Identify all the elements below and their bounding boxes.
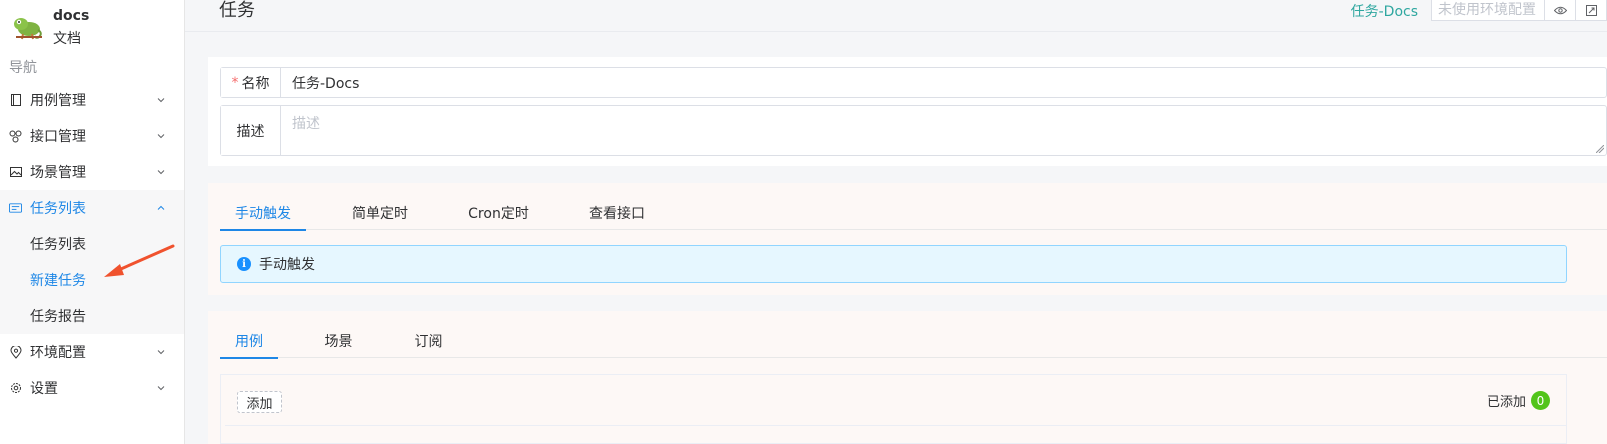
sidebar-subitem-label: 任务报告 — [30, 309, 86, 325]
environment-select[interactable]: 未使用环境配置 — [1431, 0, 1545, 21]
sidebar-item-scenes[interactable]: 场景管理 — [0, 154, 184, 190]
location-icon — [9, 345, 22, 359]
sidebar-item-apis[interactable]: 接口管理 — [0, 118, 184, 154]
image-icon — [9, 166, 22, 179]
add-button[interactable]: 添加 — [237, 391, 282, 413]
tab-subscriptions[interactable]: 订阅 — [399, 324, 458, 358]
info-icon: i — [237, 257, 251, 271]
trigger-info-text: 手动触发 — [259, 257, 315, 273]
brand-subtitle: 文档 — [53, 31, 81, 47]
chevron-down-icon — [157, 98, 165, 103]
chevron-down-icon — [157, 386, 165, 391]
name-label: * 名称 — [221, 68, 281, 97]
sidebar-item-label: 接口管理 — [30, 129, 86, 145]
trigger-card: 手动触发 简单定时 Cron定时 查看接口 i 手动触发 — [208, 183, 1607, 295]
nav-title: 导航 — [9, 60, 37, 76]
tab-view-api[interactable]: 查看接口 — [543, 196, 691, 230]
added-label: 已添加 — [1486, 395, 1526, 410]
edit-config-button[interactable] — [1576, 0, 1607, 21]
edit-icon — [1585, 4, 1597, 16]
chevron-down-icon — [157, 350, 165, 355]
resize-handle-icon[interactable] — [1596, 145, 1604, 153]
sidebar-subitem-label: 新建任务 — [30, 273, 86, 289]
eye-button[interactable] — [1545, 0, 1576, 21]
description-field: 描述 描述 — [220, 105, 1607, 156]
book-icon — [9, 94, 22, 107]
chevron-down-icon — [157, 170, 165, 175]
sidebar-item-cases[interactable]: 用例管理 — [0, 82, 184, 118]
description-textarea[interactable]: 描述 — [281, 106, 1606, 155]
sidebar-item-label: 用例管理 — [30, 93, 86, 109]
content-card: 用例 场景 订阅 添加 已添加 0 — [208, 311, 1607, 444]
brand[interactable]: docs 文档 — [12, 6, 182, 47]
case-list: 添加 已添加 0 — [220, 374, 1567, 444]
tab-cases[interactable]: 用例 — [220, 324, 278, 359]
sidebar-item-label: 设置 — [30, 381, 58, 397]
sidebar-item-label: 任务列表 — [30, 201, 86, 217]
sidebar-item-label: 环境配置 — [30, 345, 86, 361]
trigger-tabs: 手动触发 简单定时 Cron定时 查看接口 — [220, 196, 1607, 231]
chevron-up-icon — [157, 205, 165, 210]
sidebar: docs 文档 导航 用例管理 接口管理 场景管理 任务列表 任务列表 新建任务… — [0, 0, 185, 444]
required-mark: * — [231, 74, 239, 91]
tab-simple-timer[interactable]: 简单定时 — [306, 196, 454, 230]
page-title: 任务 — [219, 0, 255, 21]
chevron-down-icon — [157, 134, 165, 139]
brand-name: docs — [53, 8, 90, 24]
task-name-link[interactable]: 任务-Docs — [1351, 1, 1418, 21]
sidebar-item-tasks[interactable]: 任务列表 — [0, 190, 184, 226]
task-form-card: * 名称 任务-Docs 描述 描述 — [208, 57, 1607, 166]
api-icon — [9, 130, 22, 143]
gear-icon — [9, 382, 22, 395]
task-icon — [9, 202, 22, 215]
content-tabs: 用例 场景 订阅 — [220, 324, 1607, 359]
sidebar-subitem-task-report[interactable]: 任务报告 — [0, 298, 184, 334]
trigger-info-alert: i 手动触发 — [220, 245, 1567, 283]
sidebar-item-label: 场景管理 — [30, 165, 86, 181]
sidebar-item-settings[interactable]: 设置 — [0, 370, 184, 406]
description-label: 描述 — [221, 106, 281, 155]
name-field: * 名称 任务-Docs — [220, 67, 1607, 98]
tab-scenes[interactable]: 场景 — [278, 324, 399, 358]
count-badge: 0 — [1531, 391, 1550, 410]
annotation-arrow-icon — [104, 244, 175, 277]
name-input[interactable]: 任务-Docs — [281, 68, 1606, 97]
header: 任务 任务-Docs 未使用环境配置 — [185, 0, 1607, 32]
sidebar-subitem-label: 任务列表 — [30, 237, 86, 253]
added-count: 已添加 0 — [1487, 391, 1550, 410]
eye-icon — [1553, 6, 1567, 14]
tab-cron-timer[interactable]: Cron定时 — [454, 196, 543, 230]
divider — [225, 425, 1566, 426]
chameleon-logo-icon — [14, 18, 42, 40]
header-actions: 任务-Docs 未使用环境配置 — [1351, 0, 1607, 21]
tab-manual-trigger[interactable]: 手动触发 — [220, 196, 306, 231]
sidebar-item-environment[interactable]: 环境配置 — [0, 334, 184, 370]
